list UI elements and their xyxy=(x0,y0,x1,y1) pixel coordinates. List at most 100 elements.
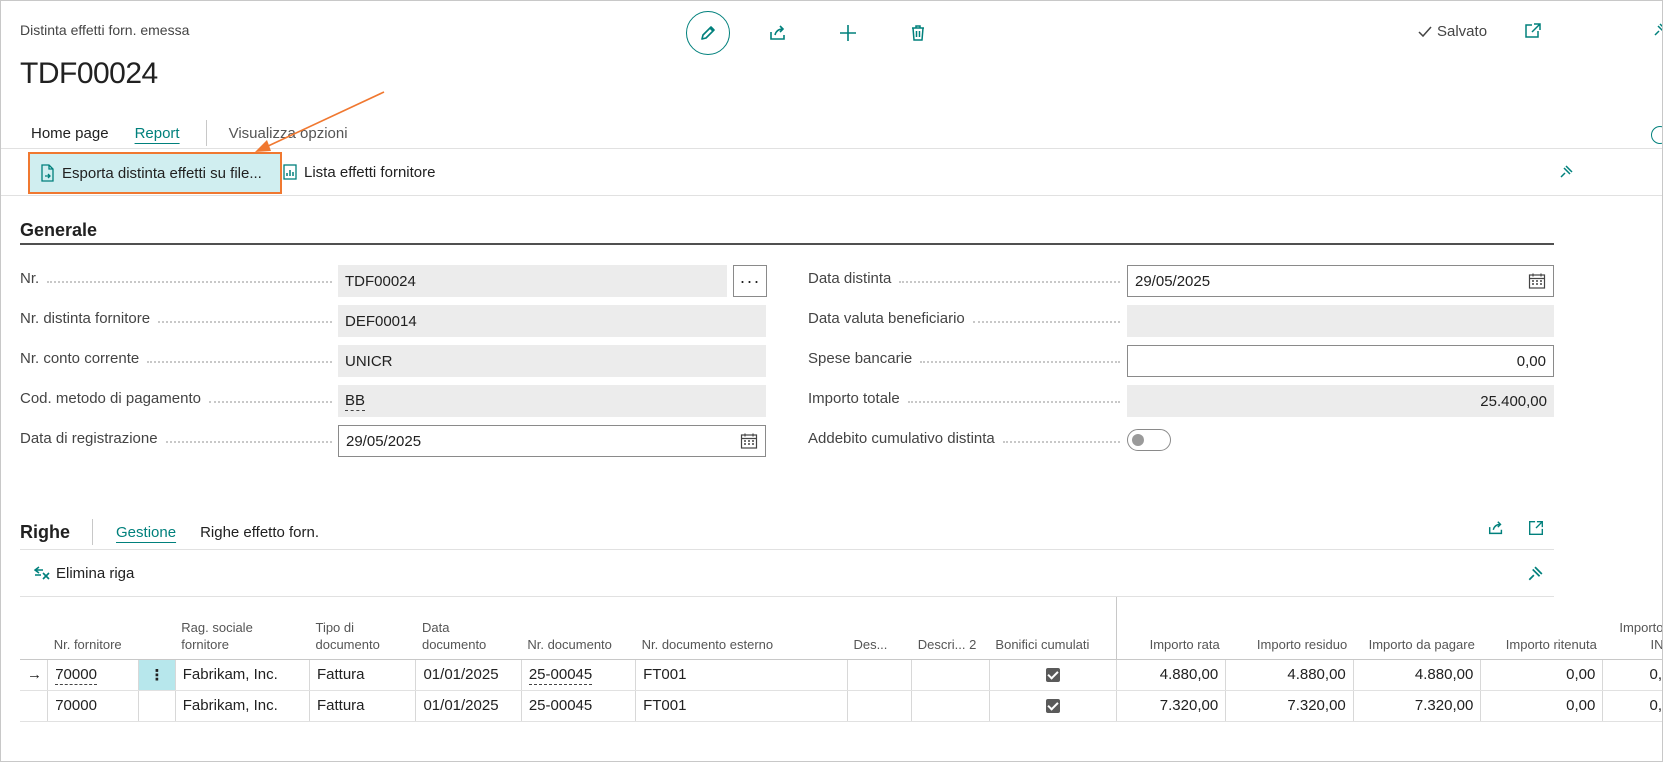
delete-line-button[interactable]: Elimina riga xyxy=(34,565,134,582)
calendar-icon[interactable] xyxy=(1528,272,1546,290)
cell-installment: 7.320,00 xyxy=(1116,690,1227,722)
tab-manage[interactable]: Gestione xyxy=(116,524,176,541)
col-cumulative[interactable]: Bonifici cumulati xyxy=(989,597,1117,660)
field-value: TDF00024 xyxy=(345,272,416,290)
cell-vendor-name: Fabrikam, Inc. xyxy=(175,659,310,691)
pin-action-bar-button[interactable] xyxy=(1559,165,1573,183)
field-vendor-bill-no[interactable]: DEF00014 xyxy=(338,305,766,337)
col-withholding[interactable]: Importo ritenuta xyxy=(1480,597,1603,660)
cell-vendor-name: Fabrikam, Inc. xyxy=(175,690,310,722)
cell-ext-doc-no: FT001 xyxy=(635,659,848,691)
field-posting-date[interactable]: 29/05/2025 xyxy=(338,425,766,457)
vendor-no-link[interactable]: 70000 xyxy=(55,666,97,685)
field-label-text: Nr. distinta fornitore xyxy=(20,310,151,327)
table-row[interactable]: → 70000 ⋮ Fabrikam, Inc. Fattura 01/01/2… xyxy=(20,659,1662,691)
cell-desc xyxy=(847,690,913,722)
pin-lines-bar-button[interactable] xyxy=(1527,566,1543,586)
expand-icon xyxy=(1529,521,1543,535)
assist-edit-button[interactable]: ··· xyxy=(733,265,767,297)
cell-doc-no[interactable]: 25-00045 xyxy=(521,690,637,722)
cell-vendor-no[interactable]: 70000 xyxy=(47,690,140,722)
cumulative-debit-toggle[interactable] xyxy=(1127,429,1171,451)
help-icon[interactable] xyxy=(1651,126,1662,144)
field-bank-expenses[interactable]: 0,00 xyxy=(1127,345,1554,377)
field-value[interactable]: BB xyxy=(345,392,366,411)
field-label-beneficiary-value-date: Data valuta beneficiario xyxy=(808,310,1120,327)
checkbox[interactable] xyxy=(1046,699,1061,714)
cell-vendor-no[interactable]: 70000 xyxy=(47,659,140,691)
cell-remaining: 4.880,00 xyxy=(1225,659,1354,691)
share-lines-button[interactable] xyxy=(1487,519,1505,541)
doc-no-link[interactable]: 25-00045 xyxy=(528,666,593,685)
col-desc2[interactable]: Descri... 2 xyxy=(911,597,990,660)
popout-button[interactable] xyxy=(1523,21,1543,45)
cell-desc xyxy=(847,659,913,691)
delete-line-label: Elimina riga xyxy=(56,564,135,582)
col-vendor-name[interactable]: Rag. sociale fornitore xyxy=(175,597,310,660)
edit-button[interactable] xyxy=(686,11,730,55)
col-doc-no[interactable]: Nr. documento xyxy=(521,597,636,660)
section-divider xyxy=(20,243,1554,245)
field-bill-date[interactable]: 29/05/2025 xyxy=(1127,265,1554,297)
page-caption: Distinta effetti forn. emessa xyxy=(20,22,190,38)
checkmark-icon xyxy=(1418,26,1432,37)
col-doc-date[interactable]: Data documento xyxy=(415,597,522,660)
cell-cumulative[interactable] xyxy=(989,690,1118,722)
col-doc-type[interactable]: Tipo di documento xyxy=(309,597,416,660)
lines-header: Righe Gestione Righe effetto forn. xyxy=(20,519,343,545)
tab-view-options[interactable]: Visualizza opzioni xyxy=(229,125,348,142)
col-to-pay[interactable]: Importo da pagare xyxy=(1353,597,1481,660)
checkbox[interactable] xyxy=(1046,668,1061,683)
export-bill-to-file-button[interactable]: Esporta distinta effetti su file... xyxy=(28,152,282,194)
share-icon xyxy=(770,25,785,40)
table-row[interactable]: 70000 Fabrikam, Inc. Fattura 01/01/2025 … xyxy=(20,690,1662,722)
field-label-vendor-bill-no: Nr. distinta fornitore xyxy=(20,310,332,327)
collapse-header-button[interactable] xyxy=(1653,23,1662,41)
tab-report[interactable]: Report xyxy=(135,125,180,142)
field-bank-account[interactable]: UNICR xyxy=(338,345,766,377)
tab-home-page[interactable]: Home page xyxy=(31,125,109,142)
col-desc[interactable]: Des... xyxy=(847,597,912,660)
section-title-general: Generale xyxy=(20,220,98,240)
field-payment-method[interactable]: BB xyxy=(338,385,766,417)
tab-vendor-bill-lines[interactable]: Righe effetto forn. xyxy=(200,524,319,541)
field-label-text: Importo totale xyxy=(808,390,900,407)
vendor-bills-list-button[interactable]: Lista effetti fornitore xyxy=(282,153,435,191)
field-value: UNICR xyxy=(345,352,393,370)
page-frame: Distinta effetti forn. emessa TDF00024 S… xyxy=(0,0,1663,762)
share-icon xyxy=(1488,521,1503,535)
field-label-text: Data di registrazione xyxy=(20,430,158,447)
row-marker xyxy=(20,690,49,722)
cell-ext-doc-no: FT001 xyxy=(635,690,848,722)
col-vendor-no[interactable]: Nr. fornitore xyxy=(47,597,139,660)
file-export-icon xyxy=(41,164,54,182)
cell-desc2 xyxy=(911,659,990,691)
col-installment[interactable]: Importo rata xyxy=(1116,597,1226,660)
delete-line-icon xyxy=(34,566,50,580)
col-remaining[interactable]: Importo residuo xyxy=(1225,597,1354,660)
field-label-total-amount: Importo totale xyxy=(808,390,1120,407)
calendar-icon[interactable] xyxy=(740,432,758,450)
row-menu-cell xyxy=(138,690,176,722)
saved-status: Salvato xyxy=(1417,23,1487,40)
toggle-knob xyxy=(1132,434,1144,446)
field-beneficiary-value-date[interactable] xyxy=(1127,305,1554,337)
field-value: 29/05/2025 xyxy=(1135,272,1211,290)
col-ext-doc-no[interactable]: Nr. documento esterno xyxy=(635,597,848,660)
share-button[interactable] xyxy=(756,11,800,55)
cell-withholding: 0,00 xyxy=(1480,690,1604,722)
delete-button[interactable] xyxy=(896,11,940,55)
expand-lines-button[interactable] xyxy=(1527,519,1545,541)
cell-doc-no[interactable]: 25-00045 xyxy=(521,659,637,691)
field-no[interactable]: TDF00024 xyxy=(338,265,727,297)
cell-cumulative[interactable] xyxy=(989,659,1118,691)
row-menu-button[interactable]: ⋮ xyxy=(138,659,176,691)
cell-installment: 4.880,00 xyxy=(1116,659,1227,691)
field-total-amount: 25.400,00 xyxy=(1127,385,1554,417)
pin-icon xyxy=(1560,165,1573,178)
field-label-posting-date: Data di registrazione xyxy=(20,430,332,447)
new-button[interactable] xyxy=(826,11,870,55)
col-inps[interactable]: Importo IN xyxy=(1602,597,1662,660)
lines-table: Nr. fornitore Rag. sociale fornitore Tip… xyxy=(20,597,1662,722)
saved-label: Salvato xyxy=(1437,23,1488,40)
